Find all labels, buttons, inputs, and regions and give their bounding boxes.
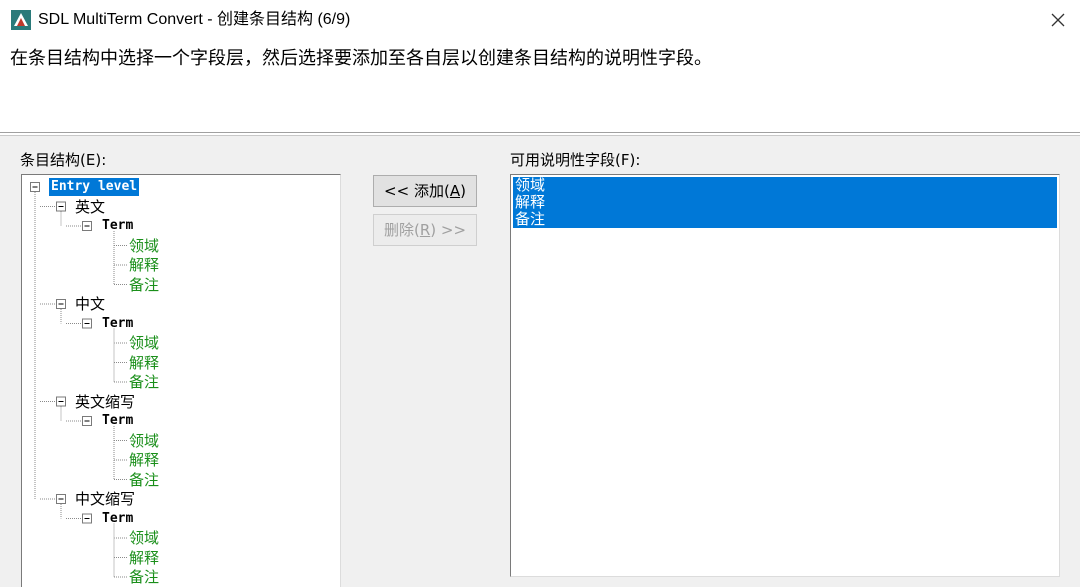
tree-node-term[interactable]: Term (102, 510, 133, 528)
list-item[interactable]: 解释 (513, 194, 1057, 211)
tree-node-field[interactable]: 领域 (129, 237, 159, 255)
tree-node-term[interactable]: Term (102, 412, 133, 430)
header-area: SDL MultiTerm Convert - 创建条目结构 (6/9) 在条目… (0, 0, 1080, 132)
separator-shadow (0, 135, 1080, 136)
tree-node-field[interactable]: 解释 (129, 256, 159, 274)
available-fields-label: 可用说明性字段(F): (510, 151, 641, 169)
tree-node-field[interactable]: 领域 (129, 334, 159, 352)
tree-node-term[interactable]: Term (102, 315, 133, 333)
close-icon (1051, 13, 1065, 27)
tree-node-field[interactable]: 备注 (129, 471, 159, 489)
close-button[interactable] (1036, 0, 1080, 40)
tree-node-field[interactable]: 解释 (129, 549, 159, 567)
tree-node-field[interactable]: 领域 (129, 529, 159, 547)
title-bar: SDL MultiTerm Convert - 创建条目结构 (6/9) (0, 0, 1080, 40)
tree-node-field[interactable]: 解释 (129, 451, 159, 469)
tree-node-field[interactable]: 领域 (129, 432, 159, 450)
tree-node-field[interactable]: 备注 (129, 568, 159, 586)
entry-structure-label: 条目结构(E): (20, 151, 107, 169)
window-title: SDL MultiTerm Convert - 创建条目结构 (6/9) (38, 11, 351, 28)
tree-node-language[interactable]: 英文 (75, 198, 105, 216)
sdl-multiterm-icon (11, 10, 31, 30)
tree-node-language[interactable]: 中文缩写 (75, 490, 135, 508)
list-item[interactable]: 领域 (513, 177, 1057, 194)
list-item[interactable]: 备注 (513, 211, 1057, 228)
tree-node-root[interactable]: Entry level (49, 178, 140, 196)
available-fields-list[interactable]: 领域 解释 备注 (510, 174, 1060, 577)
instruction-text: 在条目结构中选择一个字段层，然后选择要添加至各自层以创建条目结构的说明性字段。 (10, 48, 712, 69)
tree-node-field[interactable]: 解释 (129, 354, 159, 372)
remove-button[interactable]: 删除(R) >> (373, 214, 477, 246)
tree-node-term[interactable]: Term (102, 217, 133, 235)
tree-node-field[interactable]: 备注 (129, 373, 159, 391)
add-button[interactable]: << 添加(A) (373, 175, 477, 207)
tree-node-language[interactable]: 中文 (75, 295, 105, 313)
tree-node-field[interactable]: 备注 (129, 276, 159, 294)
tree-connector-lines (30, 182, 128, 578)
entry-structure-tree[interactable]: Entry level 英文 Term 领域 解释 备注 中文 Term 领域 解释 备注 英文缩写 T… (21, 174, 341, 587)
tree-node-language[interactable]: 英文缩写 (75, 393, 135, 411)
